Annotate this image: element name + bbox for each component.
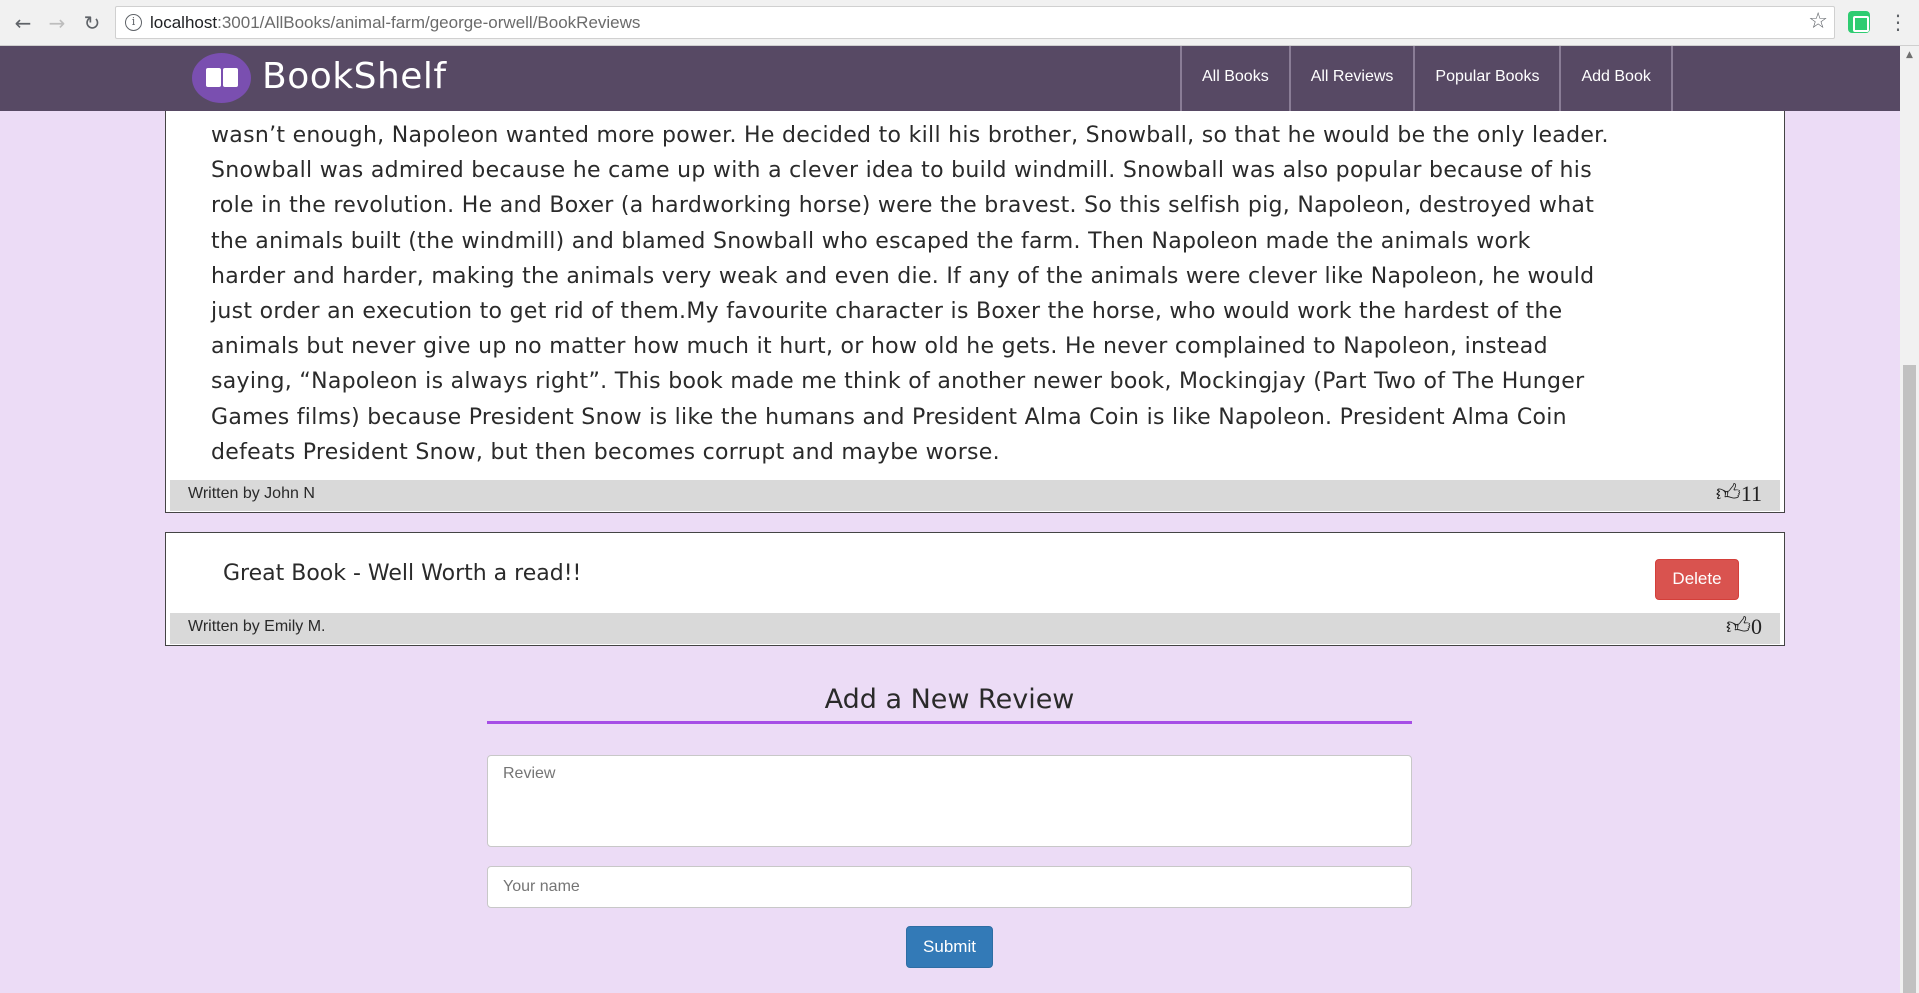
back-arrow-icon[interactable]: ← [10, 10, 36, 36]
like-control[interactable]: 👍︎ 11 [1716, 480, 1762, 508]
review-author: Written by John N [188, 485, 315, 502]
extension-icon[interactable] [1848, 11, 1870, 33]
submit-button[interactable]: Submit [906, 926, 993, 968]
thumbs-up-icon[interactable]: 👍︎ [1726, 613, 1751, 641]
review-textarea[interactable] [487, 755, 1412, 847]
nav-all-books[interactable]: All Books [1180, 46, 1289, 111]
scroll-up-arrow-icon[interactable]: ▲ [1903, 50, 1916, 60]
forward-arrow-icon[interactable]: → [44, 10, 70, 36]
browser-menu-icon[interactable]: ⋮ [1888, 10, 1908, 34]
review-author: Written by Emily M. [188, 618, 326, 635]
url-text[interactable]: localhost:3001/AllBooks/animal-farm/geor… [150, 13, 640, 33]
address-bar[interactable]: i localhost:3001/AllBooks/animal-farm/ge… [115, 6, 1835, 39]
nav-popular-books[interactable]: Popular Books [1413, 46, 1559, 111]
scrollbar-thumb[interactable] [1903, 365, 1916, 993]
bookmark-star-icon[interactable]: ☆ [1808, 9, 1828, 34]
review-card: Great Book - Well Worth a read!! Delete … [165, 532, 1785, 646]
like-control[interactable]: 👍︎ 0 [1726, 613, 1762, 641]
review-footer: Written by Emily M. 👍︎ 0 [170, 613, 1780, 644]
info-icon[interactable]: i [125, 14, 142, 31]
review-card: wasn’t enough, Napoleon wanted more powe… [165, 111, 1785, 513]
brand-title[interactable]: BookShelf [262, 56, 447, 97]
delete-button[interactable]: Delete [1655, 559, 1739, 600]
browser-toolbar: ← → ↻ i localhost:3001/AllBooks/animal-f… [0, 0, 1919, 46]
review-text: wasn’t enough, Napoleon wanted more powe… [211, 123, 1609, 465]
review-footer: Written by John N 👍︎ 11 [170, 480, 1780, 511]
name-input[interactable] [487, 866, 1412, 908]
reload-icon[interactable]: ↻ [79, 10, 105, 36]
app-navbar: BookShelf All Books All Reviews Popular … [0, 46, 1900, 111]
add-review-heading: Add a New Review [487, 684, 1412, 724]
review-text: Great Book - Well Worth a read!! [223, 561, 582, 586]
nav-menu: All Books All Reviews Popular Books Add … [1180, 46, 1673, 111]
book-logo-icon[interactable] [192, 53, 251, 103]
like-count: 0 [1751, 614, 1762, 639]
thumbs-up-icon[interactable]: 👍︎ [1716, 480, 1741, 508]
nav-add-book[interactable]: Add Book [1559, 46, 1673, 111]
nav-all-reviews[interactable]: All Reviews [1288, 46, 1414, 111]
like-count: 11 [1740, 481, 1762, 506]
